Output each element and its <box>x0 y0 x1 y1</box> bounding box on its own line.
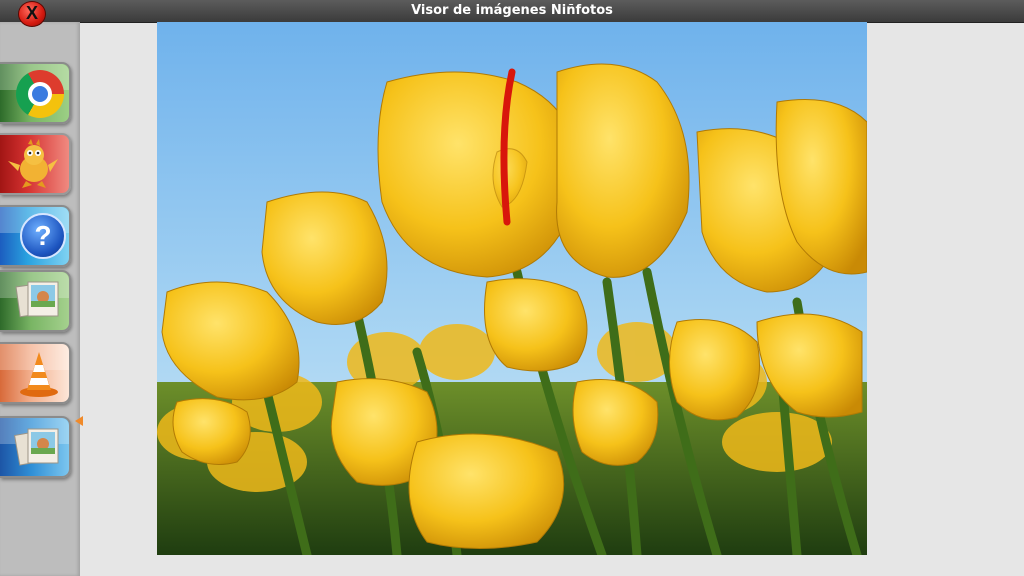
image-viewer[interactable] <box>157 22 867 555</box>
close-button[interactable]: X <box>18 1 46 27</box>
chrome-button[interactable] <box>0 62 71 124</box>
close-icon: X <box>25 3 38 23</box>
help-button[interactable]: ? <box>0 205 71 267</box>
title-bar: Visor de imágenes Niñfotos <box>0 0 1024 22</box>
photos-icon <box>15 281 59 318</box>
tulips-photo <box>157 22 867 555</box>
active-app-marker <box>75 416 83 426</box>
game-button[interactable] <box>0 133 71 195</box>
photo-viewer-button[interactable] <box>0 416 71 478</box>
help-icon: ? <box>20 213 66 259</box>
photos-button[interactable] <box>0 270 71 332</box>
app-sidebar: ? <box>0 22 80 576</box>
window-title: Visor de imágenes Niñfotos <box>411 3 613 18</box>
vlc-button[interactable] <box>0 342 71 404</box>
photos-icon <box>14 428 59 466</box>
dragon-icon <box>8 139 58 188</box>
vlc-cone-icon <box>20 352 58 397</box>
chrome-icon <box>16 70 64 118</box>
